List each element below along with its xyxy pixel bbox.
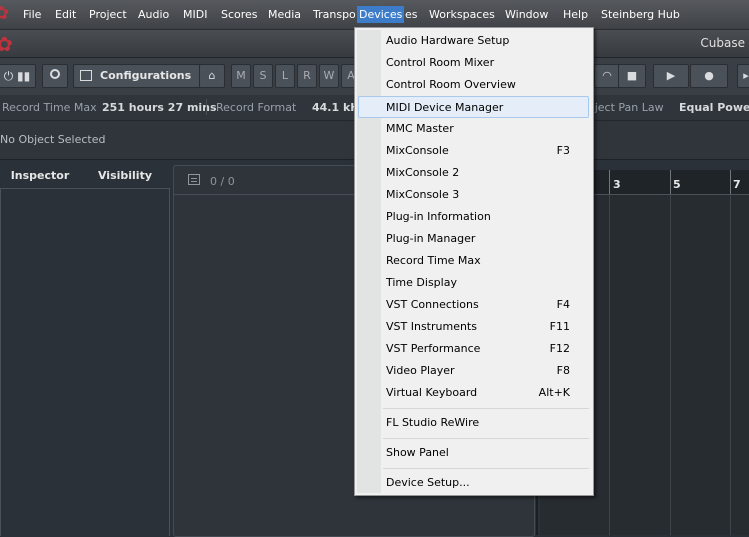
record-time-value[interactable]: 251 hours 27 mins <box>102 101 217 114</box>
ruler-tick <box>670 170 671 194</box>
grid-line <box>670 195 671 535</box>
divider <box>206 99 207 115</box>
menu-separator <box>383 468 589 469</box>
record-time-label: Record Time Max <box>2 101 97 114</box>
write-automation-button[interactable]: W <box>319 64 339 88</box>
tab-inspector[interactable]: Inspector <box>0 164 80 188</box>
menu-item-device-setup[interactable]: Device Setup... <box>358 472 589 494</box>
menu-file[interactable]: File <box>21 6 43 23</box>
menu-media[interactable]: Media <box>266 6 303 23</box>
record-icon: ● <box>704 69 714 82</box>
menu-help[interactable]: Help <box>561 6 590 23</box>
window-title: Cubase <box>700 36 745 50</box>
menu-item-vst-connections[interactable]: VST Connections F4 <box>358 294 589 316</box>
menu-item-control-room-mixer[interactable]: Control Room Mixer <box>358 52 589 74</box>
menu-item-mmc-master[interactable]: MMC Master <box>358 118 589 140</box>
read-automation-button[interactable]: R <box>297 64 317 88</box>
menu-midi[interactable]: MIDI <box>181 6 209 23</box>
menu-window[interactable]: Window <box>503 6 550 23</box>
menu-workspaces[interactable]: Workspaces <box>427 6 497 23</box>
play-icon: ▶ <box>666 69 676 82</box>
constrain-delay-button[interactable] <box>42 64 68 88</box>
ruler-mark-3: 3 <box>613 178 621 191</box>
inspector-panel <box>0 188 170 536</box>
ruler-tick <box>730 170 731 194</box>
track-list-icon[interactable] <box>188 174 200 185</box>
menu-steinberg-hub[interactable]: Steinberg Hub <box>599 6 682 23</box>
cubase-logo-icon: ✿ <box>0 32 13 56</box>
pointer-icon: ▸ <box>743 69 749 82</box>
grid-line <box>730 195 731 535</box>
solo-button[interactable]: S <box>253 64 273 88</box>
devices-menu: Audio Hardware Setup Control Room Mixer … <box>354 27 594 496</box>
menu-bar: ✿ File Edit Project Audio MIDI Scores Me… <box>0 0 749 30</box>
grid-line <box>609 195 610 535</box>
listen-button[interactable]: L <box>275 64 295 88</box>
menu-separator <box>383 408 589 409</box>
no-object-selected-text: No Object Selected <box>0 133 106 146</box>
tab-visibility[interactable]: Visibility <box>84 164 166 188</box>
menu-project[interactable]: Project <box>87 6 129 23</box>
configurations-label: Configurations <box>100 69 192 82</box>
menu-item-plugin-information[interactable]: Plug-in Information <box>358 206 589 228</box>
pointer-tool-button[interactable]: ▸ <box>737 64 749 88</box>
menu-item-vst-performance[interactable]: VST Performance F12 <box>358 338 589 360</box>
record-format-label: Record Format <box>216 101 297 114</box>
menu-item-virtual-keyboard[interactable]: Virtual Keyboard Alt+K <box>358 382 589 404</box>
menu-transport[interactable]: Transpo <box>311 6 358 23</box>
menu-item-vst-instruments[interactable]: VST Instruments F11 <box>358 316 589 338</box>
ruler-tick <box>609 170 610 194</box>
menu-devices[interactable]: Devices <box>357 6 405 23</box>
save-configuration-button[interactable]: ⌂ <box>199 64 225 88</box>
menu-item-control-room-overview[interactable]: Control Room Overview <box>358 74 589 96</box>
cubase-logo-icon: ✿ <box>0 3 10 24</box>
pan-law-value[interactable]: Equal Power <box>679 101 749 114</box>
menu-scores[interactable]: Scores <box>219 6 260 23</box>
list-icon <box>80 70 92 81</box>
play-button[interactable]: ▶ <box>653 64 689 88</box>
power-icon: ⏻ ▮▮ <box>3 69 31 83</box>
home-icon: ⌂ <box>208 69 216 82</box>
menu-audio[interactable]: Audio <box>136 6 171 23</box>
pan-law-label: oject Pan Law <box>588 101 664 114</box>
ruler-mark-7: 7 <box>733 178 741 191</box>
menu-separator <box>383 438 589 439</box>
menu-item-mixconsole-2[interactable]: MixConsole 2 <box>358 162 589 184</box>
menu-item-midi-device-manager[interactable]: MIDI Device Manager <box>358 96 589 118</box>
menu-hidden-tail[interactable]: es <box>403 6 420 23</box>
menu-item-time-display[interactable]: Time Display <box>358 272 589 294</box>
menu-item-fl-studio-rewire[interactable]: FL Studio ReWire <box>358 412 589 434</box>
circle-icon <box>50 69 60 79</box>
mute-button[interactable]: M <box>231 64 251 88</box>
cycle-icon: ◠ <box>602 69 612 82</box>
menu-edit[interactable]: Edit <box>53 6 78 23</box>
stop-icon: ■ <box>626 69 638 82</box>
inspector-tabs: Inspector Visibility <box>0 164 170 188</box>
ruler-mark-5: 5 <box>673 178 681 191</box>
menu-item-record-time-max[interactable]: Record Time Max <box>358 250 589 272</box>
activate-project-button[interactable]: ⏻ ▮▮ <box>0 64 36 88</box>
menu-item-plugin-manager[interactable]: Plug-in Manager <box>358 228 589 250</box>
menu-item-video-player[interactable]: Video Player F8 <box>358 360 589 382</box>
record-button[interactable]: ● <box>690 64 728 88</box>
menu-item-mixconsole[interactable]: MixConsole F3 <box>358 140 589 162</box>
menu-item-mixconsole-3[interactable]: MixConsole 3 <box>358 184 589 206</box>
track-count: 0 / 0 <box>210 175 235 188</box>
stop-button[interactable]: ■ <box>618 64 646 88</box>
menu-item-audio-hardware-setup[interactable]: Audio Hardware Setup <box>358 30 589 52</box>
menu-item-show-panel[interactable]: Show Panel <box>358 442 589 464</box>
cycle-button[interactable]: ◠ <box>594 64 620 88</box>
